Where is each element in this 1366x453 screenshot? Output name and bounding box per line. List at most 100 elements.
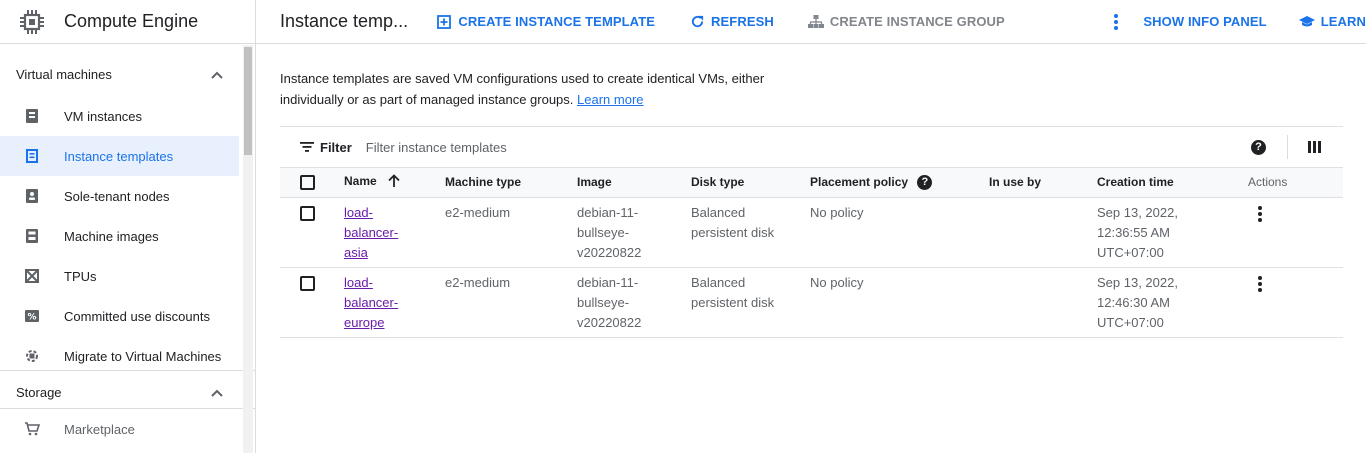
main-content: Instance templates are saved VM configur… xyxy=(280,44,1343,338)
filter-input[interactable] xyxy=(365,139,666,155)
col-image-header[interactable]: Image xyxy=(577,168,691,198)
col-placement-policy-header[interactable]: Placement policy ? xyxy=(810,168,989,198)
select-all-cell xyxy=(280,168,344,198)
name-line: asia xyxy=(344,244,368,260)
sidebar-item-tpus[interactable]: TPUs xyxy=(0,256,239,296)
row-checkbox[interactable] xyxy=(300,275,315,291)
show-info-panel-label: SHOW INFO PANEL xyxy=(1143,14,1267,29)
help-icon[interactable]: ? xyxy=(1251,139,1266,155)
sidebar-item-label: Sole-tenant nodes xyxy=(64,188,170,204)
row-more-actions-icon[interactable] xyxy=(1248,205,1272,222)
sidebar: Compute Engine Virtual machines VM insta… xyxy=(0,0,256,453)
machine-type-cell: e2-medium xyxy=(445,267,577,338)
sidebar-item-marketplace[interactable]: Marketplace xyxy=(0,409,239,449)
row-select-cell xyxy=(280,267,344,338)
page-description: Instance templates are saved VM configur… xyxy=(280,68,800,110)
help-icon[interactable]: ? xyxy=(917,174,933,190)
column-display-icon[interactable] xyxy=(1308,141,1321,153)
learn-button[interactable]: LEARN xyxy=(1298,14,1366,30)
image-line: v20220822 xyxy=(577,244,642,260)
creation-time-cell: Sep 13, 2022, 12:36:55 AM UTC+07:00 xyxy=(1097,197,1248,268)
section-label: Virtual machines xyxy=(16,66,112,82)
image-cell: debian-11- bullseye- v20220822 xyxy=(577,197,691,268)
col-name-header[interactable]: Name xyxy=(344,168,445,198)
name-cell: load- balancer- asia xyxy=(344,197,445,268)
column-label: Placement policy xyxy=(810,174,909,189)
sort-ascending-icon[interactable] xyxy=(388,174,400,190)
sidebar-item-sole-tenant-nodes[interactable]: Sole-tenant nodes xyxy=(0,176,239,216)
creation-time-cell: Sep 13, 2022, 12:46:30 AM UTC+07:00 xyxy=(1097,267,1248,338)
col-in-use-by-header[interactable]: In use by xyxy=(989,168,1097,198)
col-machine-type-header[interactable]: Machine type xyxy=(445,168,577,198)
sidebar-item-label: Machine images xyxy=(64,228,159,244)
filter-list-icon xyxy=(300,140,314,155)
creation-line: 12:36:55 AM xyxy=(1097,224,1170,240)
sidebar-item-vm-instances[interactable]: VM instances xyxy=(0,96,239,136)
sidebar-item-label: Instance templates xyxy=(64,148,174,164)
column-label: Name xyxy=(344,174,377,189)
col-creation-time-header[interactable]: Creation time xyxy=(1097,168,1248,198)
placement-policy-cell: No policy xyxy=(810,197,989,268)
row-checkbox[interactable] xyxy=(300,205,315,221)
sidebar-item-instance-templates[interactable]: Instance templates xyxy=(0,136,239,176)
migrate-icon xyxy=(24,348,40,364)
vm-instances-icon xyxy=(24,108,40,124)
image-cell: debian-11- bullseye- v20220822 xyxy=(577,267,691,338)
more-options-icon[interactable] xyxy=(1106,10,1126,34)
sidebar-item-committed-use-discounts[interactable]: % Committed use discounts xyxy=(0,296,239,336)
creation-line: Sep 13, 2022, xyxy=(1097,204,1178,220)
sidebar-item-label: Migrate to Virtual Machines xyxy=(64,348,222,364)
sidebar-item-label: Marketplace xyxy=(64,421,135,437)
template-name-link[interactable]: load- balancer- europe xyxy=(344,273,404,333)
select-all-checkbox[interactable] xyxy=(300,174,315,190)
disk-line: persistent disk xyxy=(691,294,775,310)
template-name-link[interactable]: load- balancer- asia xyxy=(344,203,404,263)
storage-nav: Marketplace xyxy=(0,408,255,449)
refresh-button[interactable]: REFRESH xyxy=(689,14,774,30)
creation-line: UTC+07:00 xyxy=(1097,244,1164,260)
filter-button[interactable]: Filter xyxy=(300,140,352,155)
add-box-icon xyxy=(436,14,452,30)
machine-type-cell: e2-medium xyxy=(445,197,577,268)
disk-line: Balanced xyxy=(691,274,746,290)
create-instance-template-button[interactable]: CREATE INSTANCE TEMPLATE xyxy=(436,14,655,30)
chevron-up-icon[interactable] xyxy=(211,385,223,400)
sidebar-item-machine-images[interactable]: Machine images xyxy=(0,216,239,256)
chevron-up-icon[interactable] xyxy=(211,67,223,82)
creation-line: UTC+07:00 xyxy=(1097,314,1164,330)
image-line: bullseye- xyxy=(577,294,630,310)
create-group-label: CREATE INSTANCE GROUP xyxy=(829,14,1005,29)
actions-cell xyxy=(1248,267,1343,338)
section-virtual-machines[interactable]: Virtual machines xyxy=(0,44,255,104)
name-line: load- xyxy=(344,204,373,220)
sidebar-item-label: VM instances xyxy=(64,108,143,124)
col-disk-type-header[interactable]: Disk type xyxy=(691,168,810,198)
instance-templates-table: Name Machine type Image Disk type Placem… xyxy=(280,168,1343,338)
table-header-row: Name Machine type Image Disk type Placem… xyxy=(280,168,1343,198)
name-cell: load- balancer- europe xyxy=(344,267,445,338)
learn-label: LEARN xyxy=(1320,14,1366,29)
product-header: Compute Engine xyxy=(0,0,255,44)
machine-images-icon xyxy=(24,228,40,244)
filter-label: Filter xyxy=(320,139,352,155)
image-line: debian-11- xyxy=(577,204,639,220)
svg-text:%: % xyxy=(27,313,36,323)
row-select-cell xyxy=(280,197,344,268)
sidebar-item-label: Committed use discounts xyxy=(64,308,210,324)
name-line: balancer- xyxy=(344,294,399,310)
col-actions-header: Actions xyxy=(1248,168,1343,198)
image-line: debian-11- xyxy=(577,274,639,290)
disk-line: Balanced xyxy=(691,204,746,220)
instance-templates-icon xyxy=(24,148,40,164)
show-info-panel-button[interactable]: SHOW INFO PANEL xyxy=(1143,14,1266,29)
row-more-actions-icon[interactable] xyxy=(1248,275,1272,292)
create-instance-group-button[interactable]: CREATE INSTANCE GROUP xyxy=(807,14,1005,30)
image-line: bullseye- xyxy=(577,224,630,240)
compute-engine-chip-icon[interactable] xyxy=(16,6,48,38)
creation-line: Sep 13, 2022, xyxy=(1097,274,1178,290)
refresh-icon xyxy=(689,14,705,30)
placement-policy-cell: No policy xyxy=(810,267,989,338)
scrollbar-thumb[interactable] xyxy=(244,47,252,155)
learn-more-link[interactable]: Learn more xyxy=(577,92,643,107)
sidebar-scrollbar[interactable] xyxy=(243,45,253,453)
